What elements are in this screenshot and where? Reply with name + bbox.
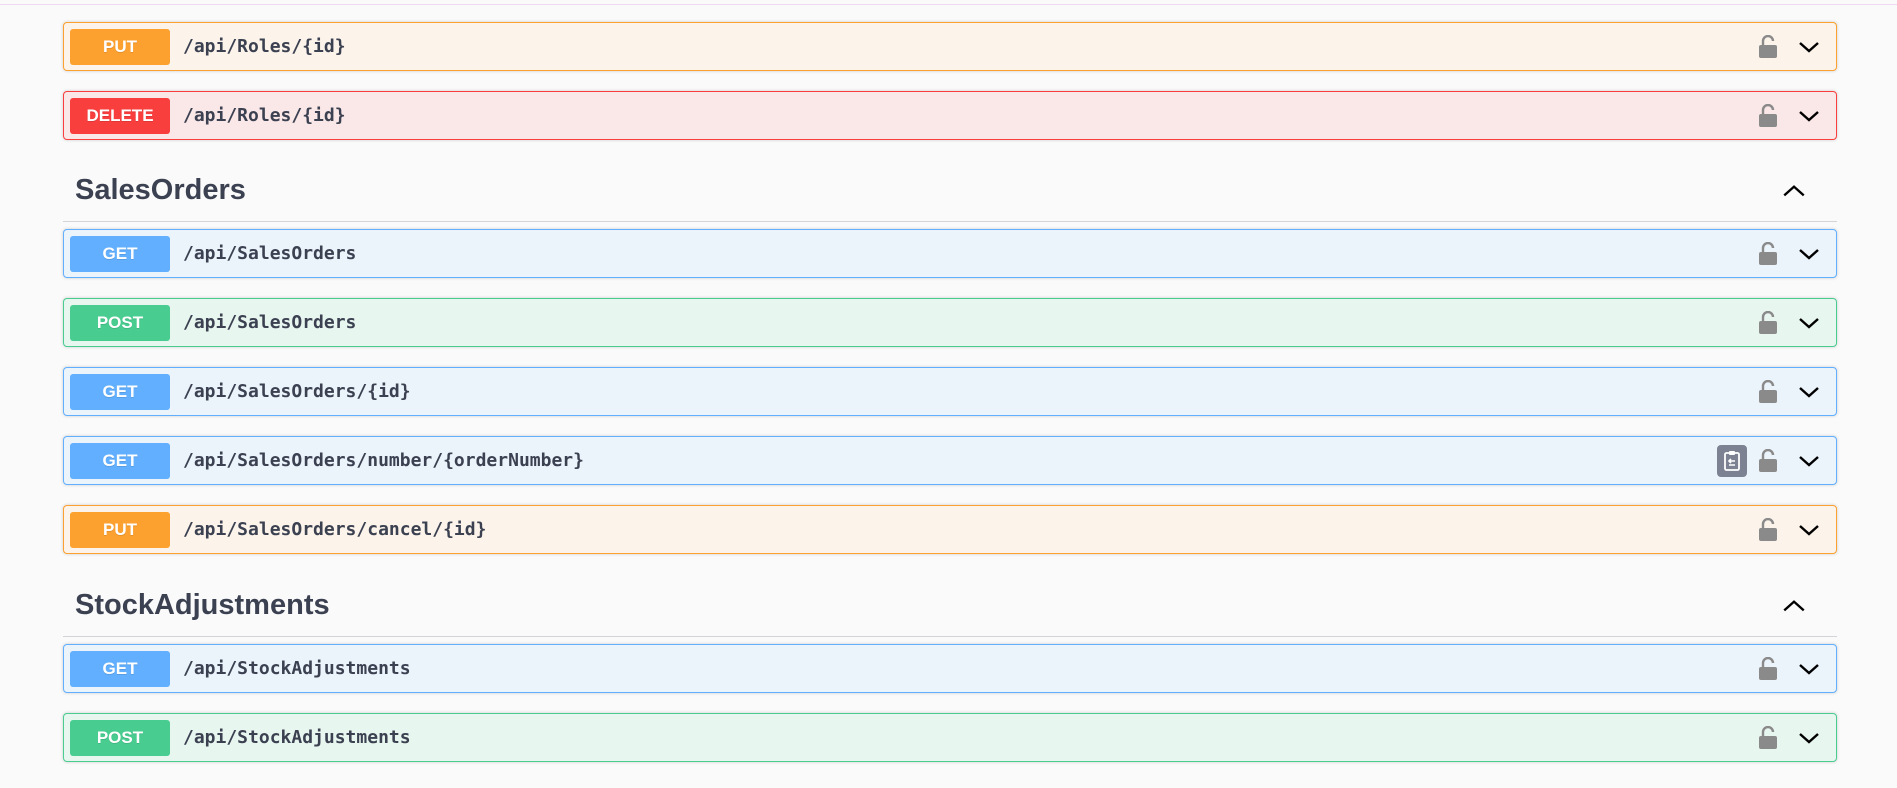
- clipboard-copy-icon[interactable]: [1717, 445, 1747, 477]
- lock-open-icon[interactable]: [1756, 379, 1780, 405]
- section-title: StockAdjustments: [75, 589, 330, 621]
- operation-get-salesorders[interactable]: GET /api/SalesOrders: [63, 229, 1837, 278]
- chevron-down-icon[interactable]: [1796, 379, 1822, 405]
- lock-open-icon[interactable]: [1756, 241, 1780, 267]
- operation-post-stockadjustments[interactable]: POST /api/StockAdjustments: [63, 713, 1837, 762]
- section-header-stockadjustments[interactable]: StockAdjustments: [63, 575, 1837, 637]
- chevron-up-icon[interactable]: [1781, 593, 1807, 619]
- chevron-down-icon[interactable]: [1796, 448, 1822, 474]
- method-badge: PUT: [70, 28, 170, 65]
- lock-open-icon[interactable]: [1756, 310, 1780, 336]
- operation-put-roles-id[interactable]: PUT /api/Roles/{id}: [63, 22, 1837, 71]
- chevron-down-icon[interactable]: [1796, 241, 1822, 267]
- operation-path: /api/SalesOrders: [183, 312, 357, 333]
- chevron-down-icon[interactable]: [1796, 310, 1822, 336]
- method-badge: GET: [70, 442, 170, 479]
- method-badge: GET: [70, 650, 170, 687]
- method-badge: GET: [70, 235, 170, 272]
- method-badge: GET: [70, 373, 170, 410]
- operation-path: /api/SalesOrders/{id}: [183, 381, 411, 402]
- operation-path: /api/Roles/{id}: [183, 105, 346, 126]
- top-divider: [0, 0, 1897, 5]
- operation-path: /api/SalesOrders/cancel/{id}: [183, 519, 487, 540]
- chevron-down-icon[interactable]: [1796, 517, 1822, 543]
- method-badge: POST: [70, 719, 170, 756]
- lock-open-icon[interactable]: [1756, 517, 1780, 543]
- operation-put-salesorders-cancel[interactable]: PUT /api/SalesOrders/cancel/{id}: [63, 505, 1837, 554]
- chevron-down-icon[interactable]: [1796, 725, 1822, 751]
- section-header-salesorders[interactable]: SalesOrders: [63, 160, 1837, 222]
- section-title: SalesOrders: [75, 174, 246, 206]
- lock-open-icon[interactable]: [1756, 725, 1780, 751]
- operation-post-salesorders[interactable]: POST /api/SalesOrders: [63, 298, 1837, 347]
- chevron-down-icon[interactable]: [1796, 656, 1822, 682]
- lock-open-icon[interactable]: [1756, 103, 1780, 129]
- chevron-down-icon[interactable]: [1796, 103, 1822, 129]
- operation-path: /api/Roles/{id}: [183, 36, 346, 57]
- lock-open-icon[interactable]: [1756, 448, 1780, 474]
- chevron-down-icon[interactable]: [1796, 34, 1822, 60]
- lock-open-icon[interactable]: [1756, 656, 1780, 682]
- lock-open-icon[interactable]: [1756, 34, 1780, 60]
- method-badge: POST: [70, 304, 170, 341]
- operation-get-salesorders-number[interactable]: GET /api/SalesOrders/number/{orderNumber…: [63, 436, 1837, 485]
- chevron-up-icon[interactable]: [1781, 178, 1807, 204]
- method-badge: PUT: [70, 511, 170, 548]
- operation-get-stockadjustments[interactable]: GET /api/StockAdjustments: [63, 644, 1837, 693]
- operation-path: /api/SalesOrders: [183, 243, 357, 264]
- operation-path: /api/StockAdjustments: [183, 727, 411, 748]
- operation-delete-roles-id[interactable]: DELETE /api/Roles/{id}: [63, 91, 1837, 140]
- operation-path: /api/StockAdjustments: [183, 658, 411, 679]
- operation-path: /api/SalesOrders/number/{orderNumber}: [183, 450, 584, 471]
- method-badge: DELETE: [70, 97, 170, 134]
- operation-get-salesorders-id[interactable]: GET /api/SalesOrders/{id}: [63, 367, 1837, 416]
